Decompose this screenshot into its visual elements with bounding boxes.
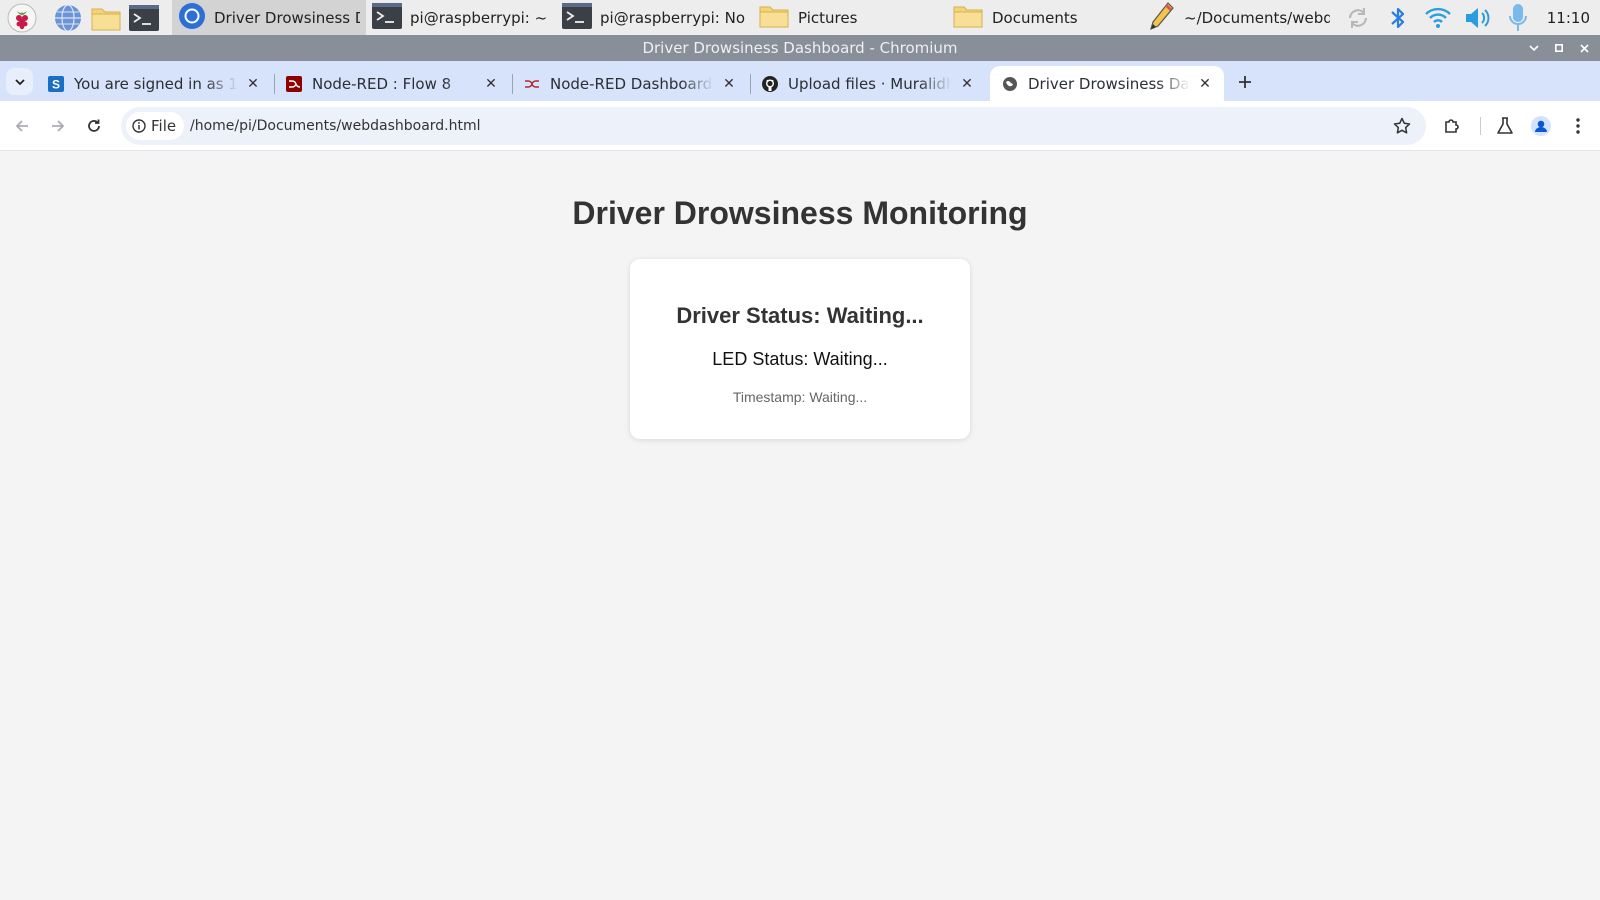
arrow-right-icon [52,120,65,132]
taskbar-task-label: Pictures [798,8,858,27]
clock[interactable]: 11:10 [1547,9,1590,27]
kebab-menu-icon [1576,118,1580,134]
tab-label: Node-RED : Flow 8 [312,74,452,93]
tab-search-button[interactable] [6,68,33,95]
taskbar-task-text-editor[interactable]: ~/Documents/webd.. [1142,0,1336,35]
terminal-icon [562,2,592,33]
terminal-launcher-icon[interactable] [128,2,160,34]
profile-button[interactable] [1527,112,1555,140]
info-icon [132,119,146,133]
taskbar-task-label: pi@raspberrypi: ~ [410,8,548,27]
plus-icon [1239,76,1251,88]
driver-status: Driver Status: Waiting... [676,303,924,328]
puzzle-icon [1445,119,1459,133]
file-manager-icon[interactable] [90,2,122,34]
taskbar-task-pictures[interactable]: Pictures [752,0,946,35]
bluetooth-icon[interactable] [1383,3,1413,33]
site-info-chip[interactable]: File [126,112,185,140]
taskbar-task-label: pi@raspberrypi: No.. [600,8,746,27]
close-tab-icon[interactable]: ✕ [1196,75,1214,93]
taskbar-task-label: Driver Drowsiness D.. [214,8,360,27]
labs-button[interactable] [1491,112,1519,140]
address-bar[interactable]: File /home/pi/Documents/webdashboard.htm… [121,107,1426,145]
window-title-bar[interactable]: Driver Drowsiness Dashboard - Chromium [0,35,1600,61]
close-tab-icon[interactable]: ✕ [244,75,262,93]
volume-icon[interactable] [1463,3,1493,33]
microphone-icon[interactable] [1503,3,1533,33]
tab-label: Node-RED Dashboard [550,74,713,93]
maximize-button[interactable] [1546,35,1572,61]
site-info-label: File [151,117,177,135]
tab-driver-drowsiness[interactable]: Driver Drowsiness Dashboard ✕ [990,66,1224,101]
led-status: LED Status: Waiting... [712,349,888,369]
chevron-down-icon [14,78,25,85]
tab-label: You are signed in as 17 [74,74,238,93]
taskbar-task-chromium[interactable]: Driver Drowsiness D.. [172,0,366,35]
globe-icon [1002,76,1018,92]
window-title: Driver Drowsiness Dashboard - Chromium [642,39,958,57]
tab-node-red-dashboard[interactable]: Node-RED Dashboard ✕ [512,66,748,101]
reload-button[interactable] [80,112,108,140]
github-icon [762,75,778,92]
web-browser-icon[interactable] [52,2,84,34]
taskbar: Driver Drowsiness D.. pi@raspberrypi: ~ … [0,0,1600,35]
svg-text:S: S [52,77,60,91]
page-title: Driver Drowsiness Monitoring [572,195,1028,231]
taskbar-task-terminal-home[interactable]: pi@raspberrypi: ~ [366,0,556,35]
new-tab-button[interactable] [1233,70,1257,94]
tab-signed-in[interactable]: S You are signed in as 17 ✕ [36,66,272,101]
raspberry-menu-icon[interactable] [6,2,38,34]
minimize-button[interactable] [1521,35,1547,61]
folder-icon [952,3,984,33]
back-button[interactable] [8,112,36,140]
toolbar-divider [1480,117,1481,135]
browser-toolbar: File /home/pi/Documents/webdashboard.htm… [0,101,1600,151]
flask-icon [1497,117,1513,134]
tab-strip: S You are signed in as 17 ✕ Node-RED : F… [0,61,1600,101]
status-card: Driver Status: Waiting... LED Status: Wa… [630,259,970,439]
chromium-icon [178,2,206,34]
page-content: Driver Drowsiness Monitoring Driver Stat… [0,151,1600,900]
close-window-button[interactable] [1571,35,1597,61]
close-tab-icon[interactable]: ✕ [958,75,976,93]
menu-button[interactable] [1564,112,1592,140]
bookmark-star-icon[interactable] [1392,116,1412,136]
forward-button[interactable] [44,112,72,140]
sync-icon[interactable] [1343,3,1373,33]
timestamp: Timestamp: Waiting... [732,389,868,405]
taskbar-task-terminal-node[interactable]: pi@raspberrypi: No.. [556,0,752,35]
extensions-button[interactable] [1438,112,1466,140]
wifi-icon[interactable] [1423,3,1453,33]
taskbar-task-label: ~/Documents/webd.. [1184,8,1330,27]
close-tab-icon[interactable]: ✕ [720,75,738,93]
terminal-icon [372,2,402,33]
taskbar-task-documents[interactable]: Documents [946,0,1142,35]
reload-icon [88,119,100,132]
avatar-icon [1531,116,1551,136]
taskbar-task-label: Documents [992,8,1078,27]
system-tray: 11:10 [1343,3,1600,33]
s-square-icon: S [48,75,64,92]
node-red-icon [524,76,540,92]
tab-label: Driver Drowsiness Dashboard [1028,74,1190,93]
arrow-left-icon [15,120,28,132]
url-text[interactable]: /home/pi/Documents/webdashboard.html [190,107,481,145]
tab-github-upload[interactable]: Upload files · Muralidhar ✕ [750,66,986,101]
tab-node-red-flow[interactable]: Node-RED : Flow 8 ✕ [274,66,510,101]
pencil-icon [1148,1,1176,35]
folder-icon [758,3,790,33]
tab-label: Upload files · Muralidhar [788,74,952,93]
close-tab-icon[interactable]: ✕ [482,75,500,93]
node-red-icon [286,75,302,92]
